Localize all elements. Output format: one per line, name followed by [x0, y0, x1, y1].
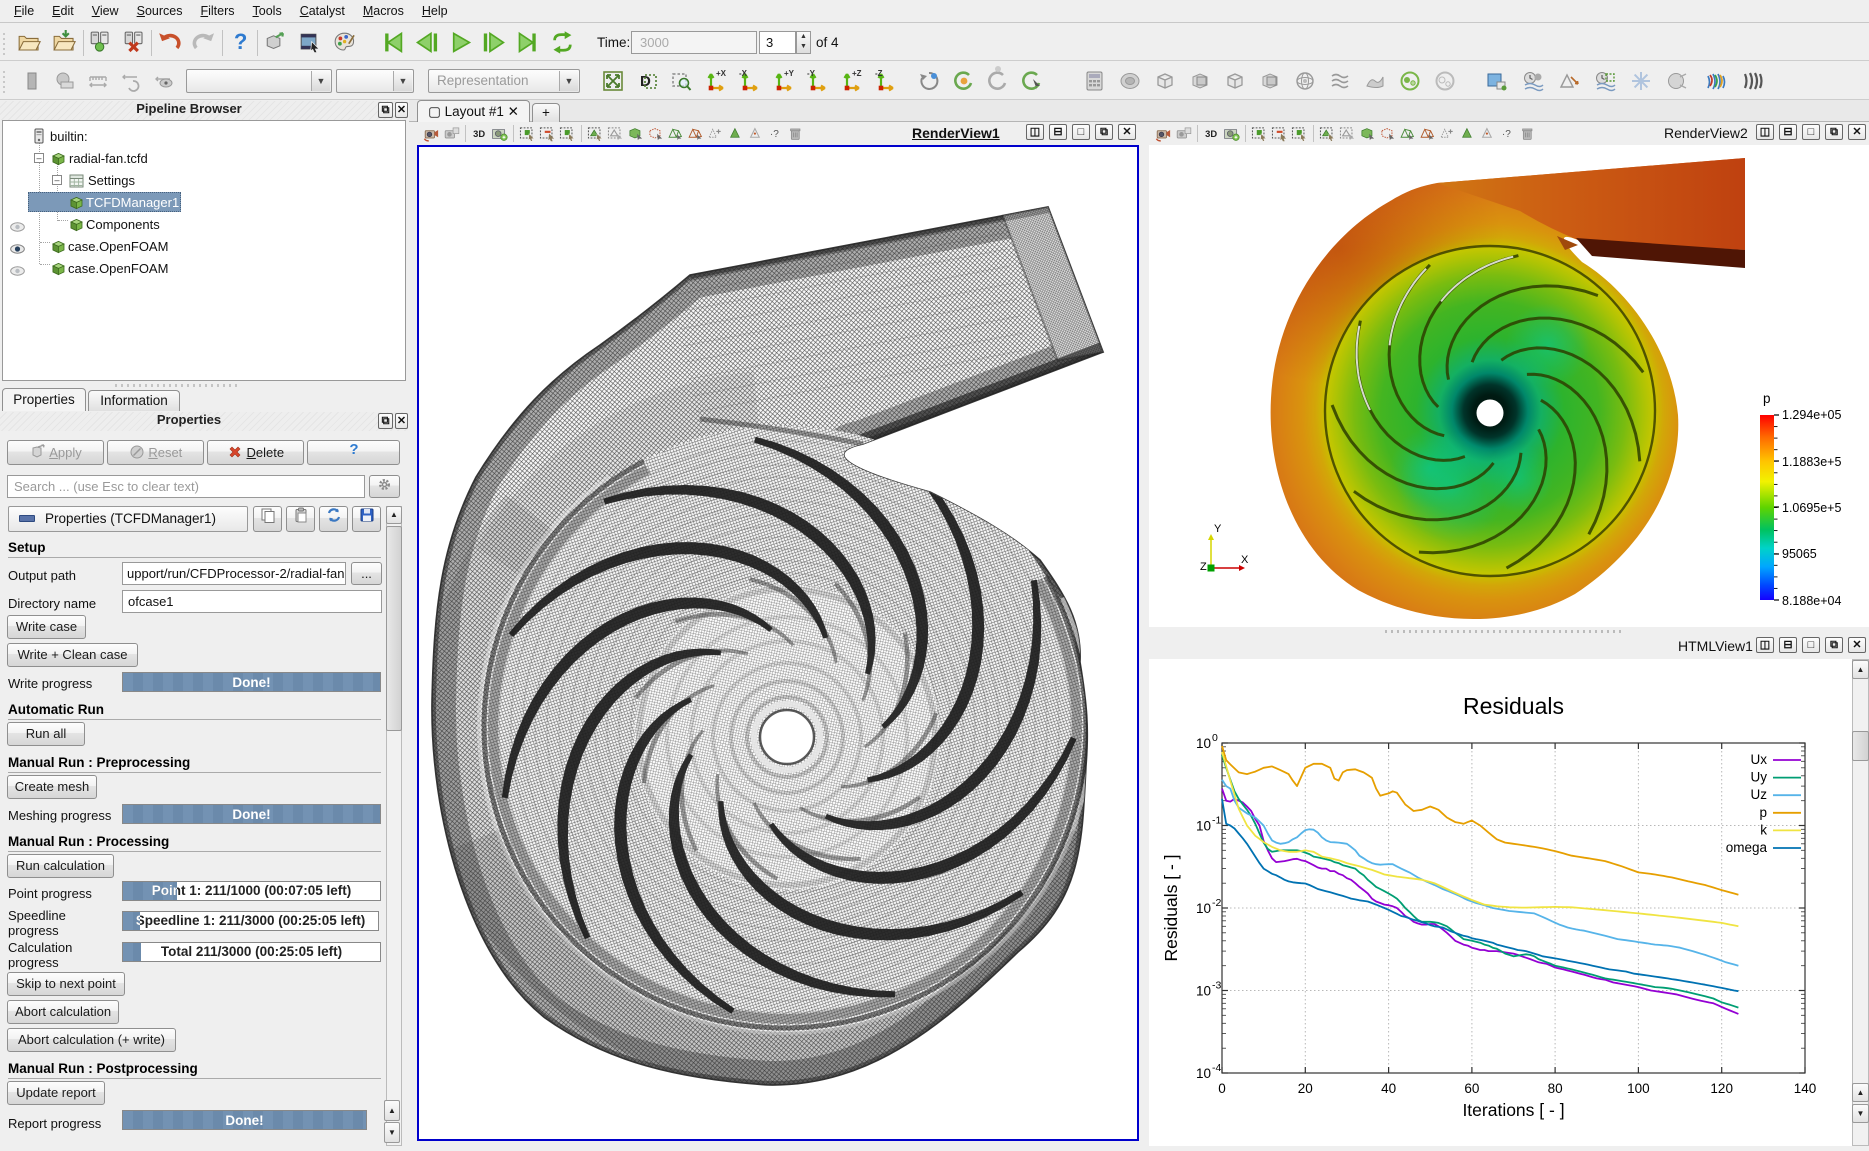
svg-text:80: 80 — [1548, 1081, 1563, 1096]
svg-text:·?: ·? — [1502, 129, 1511, 140]
svg-text:?: ? — [234, 29, 247, 54]
svg-text:3D: 3D — [473, 129, 485, 139]
svg-text:k: k — [1760, 822, 1767, 837]
svg-text:-3: -3 — [1212, 980, 1221, 992]
svg-text:Y: Y — [1214, 523, 1222, 535]
svg-text:Residuals: Residuals — [1463, 693, 1564, 719]
svg-text:·?: ·? — [770, 129, 779, 140]
svg-text:Uz: Uz — [1751, 787, 1768, 802]
svg-text:-2: -2 — [1212, 897, 1221, 909]
svg-text:+X: +X — [716, 69, 727, 78]
svg-text:140: 140 — [1794, 1081, 1817, 1096]
svg-text:40: 40 — [1381, 1081, 1396, 1096]
svg-text:10: 10 — [1196, 736, 1211, 751]
svg-text:120: 120 — [1710, 1081, 1733, 1096]
svg-text:0: 0 — [1218, 1081, 1226, 1096]
svg-text:-4: -4 — [1212, 1062, 1221, 1074]
svg-text:1.1883e+5: 1.1883e+5 — [1782, 455, 1841, 469]
svg-text:0: 0 — [1212, 732, 1218, 744]
svg-text:-Y: -Y — [807, 69, 816, 78]
svg-text:10: 10 — [1196, 819, 1211, 834]
svg-text:-Z: -Z — [875, 69, 883, 78]
svg-text:20: 20 — [1298, 1081, 1313, 1096]
svg-text:Ux: Ux — [1751, 752, 1768, 767]
svg-text:3D: 3D — [1205, 129, 1217, 139]
svg-text:?: ? — [349, 441, 358, 457]
svg-text:10: 10 — [1196, 984, 1211, 999]
svg-text:Z: Z — [1200, 561, 1207, 573]
svg-text:-1: -1 — [1212, 815, 1221, 827]
svg-text:-X: -X — [739, 69, 748, 78]
svg-text:60: 60 — [1464, 1081, 1479, 1096]
svg-text:Uy: Uy — [1751, 770, 1768, 785]
svg-text:95065: 95065 — [1782, 547, 1817, 561]
svg-text:Residuals [ - ]: Residuals [ - ] — [1161, 855, 1181, 962]
svg-text:+Y: +Y — [784, 69, 795, 78]
svg-text:10: 10 — [1196, 1066, 1211, 1081]
svg-text:p: p — [1759, 805, 1767, 820]
svg-text:8.188e+04: 8.188e+04 — [1782, 594, 1841, 608]
svg-text:1.294e+05: 1.294e+05 — [1782, 408, 1841, 422]
svg-text:p: p — [1763, 391, 1771, 406]
svg-text:omega: omega — [1726, 840, 1768, 855]
svg-text:Iterations [ - ]: Iterations [ - ] — [1462, 1100, 1564, 1120]
svg-text:1.0695e+5: 1.0695e+5 — [1782, 501, 1841, 515]
svg-text:100: 100 — [1627, 1081, 1650, 1096]
svg-text:+Z: +Z — [852, 69, 862, 78]
svg-text:X: X — [1241, 554, 1249, 566]
svg-text:10: 10 — [1196, 901, 1211, 916]
